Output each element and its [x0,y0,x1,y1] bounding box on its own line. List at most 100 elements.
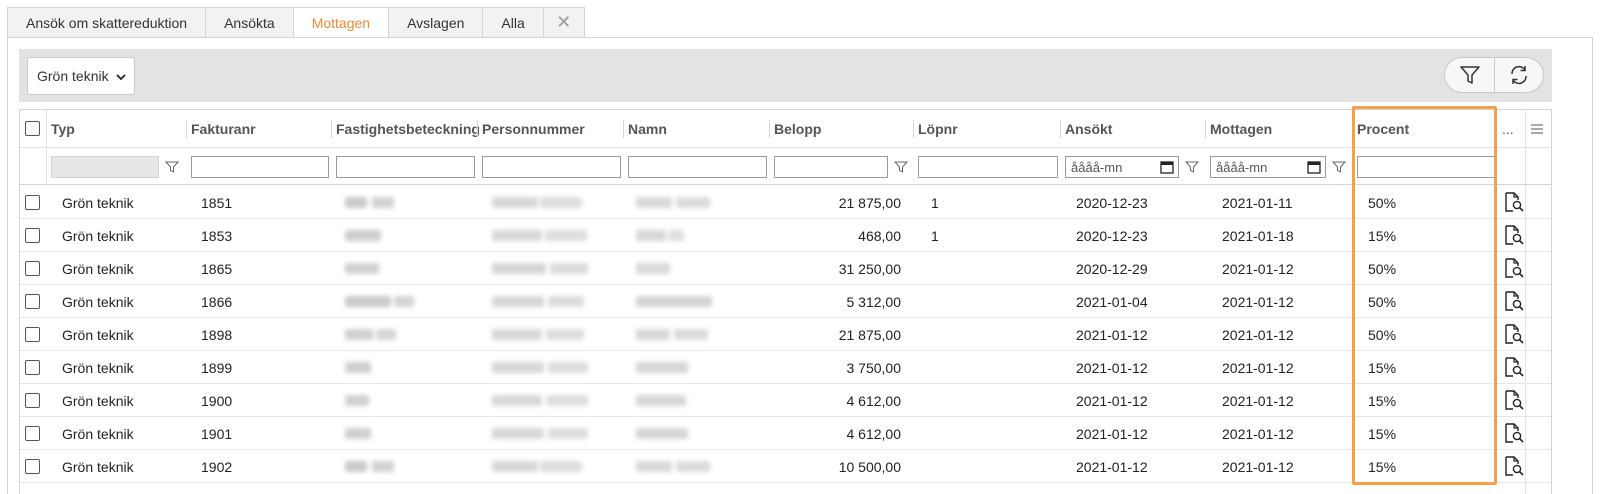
cell-belopp: 5 312,00 [846,293,902,310]
cell-belopp: 31 250,00 [838,260,901,277]
document-search-icon[interactable] [1503,389,1525,411]
funnel-icon[interactable] [1185,160,1199,174]
redacted-text [636,329,670,340]
funnel-icon[interactable] [165,160,179,174]
document-search-icon[interactable] [1503,356,1525,378]
mottagen-date-filter-input[interactable]: åååå-mn [1210,156,1326,178]
table-row[interactable]: Grön teknik 1901 4 612,00 2021-01-12 2021-01… [20,417,1551,450]
ansokt-date-filter-input[interactable]: åååå-mn [1065,156,1179,178]
cell-typ: Grön teknik [62,359,134,376]
column-header-procent[interactable]: Procent [1352,110,1497,148]
cell-lopnr [931,450,991,483]
column-header-mottagen[interactable]: Mottagen [1205,110,1352,148]
row-checkbox[interactable] [25,393,40,408]
cell-belopp: 10 500,00 [838,458,901,475]
redacted-text [636,362,688,373]
tab-mottagen[interactable]: Mottagen [292,7,389,38]
redacted-text [548,428,588,439]
redacted-text [345,461,367,472]
grid-filter-row: åååå-mn åååå-mn [20,148,1551,185]
row-checkbox[interactable] [25,261,40,276]
cell-typ: Grön teknik [62,227,134,244]
funnel-icon[interactable] [894,160,908,174]
redacted-text [345,263,379,274]
fastighetsbeteckning-filter-input[interactable] [336,156,475,178]
belopp-filter-input[interactable] [774,156,888,178]
row-checkbox[interactable] [25,360,40,375]
row-checkbox[interactable] [25,195,40,210]
cell-belopp: 21 875,00 [838,326,901,343]
document-search-icon[interactable] [1503,224,1525,246]
redacted-text [636,395,686,406]
table-row[interactable]: Grön teknik 1866 5 312,00 2021-01-04 2021-01… [20,285,1551,318]
column-header-typ[interactable]: Typ [46,110,186,148]
table-row[interactable]: Grön teknik 1853 468,00 1 2020-12-23 2021-01-… [20,219,1551,252]
row-checkbox[interactable] [25,327,40,342]
select-all-checkbox[interactable] [25,121,40,136]
column-header-namn[interactable]: Namn [623,110,769,148]
document-search-icon[interactable] [1503,290,1525,312]
column-header-belopp[interactable]: Belopp [769,110,913,148]
type-filter-value: Grön teknik [37,68,109,84]
column-header-more[interactable]: ... [1497,110,1527,148]
cell-ansokt: 2021-01-12 [1076,425,1148,442]
redacted-text [548,296,584,307]
column-header-ansokt[interactable]: Ansökt [1060,110,1205,148]
cell-ansokt: 2021-01-12 [1076,458,1148,475]
tab-alla[interactable]: Alla [482,7,543,38]
document-search-icon[interactable] [1503,422,1525,444]
procent-filter-input[interactable] [1357,156,1497,178]
tab-avslagen[interactable]: Avslagen [388,7,483,38]
cell-typ: Grön teknik [62,326,134,343]
fakturanr-filter-input[interactable] [191,156,329,178]
redacted-text [674,329,708,340]
table-row[interactable]: Grön teknik 1865 31 250,00 2020-12-29 2021-0… [20,252,1551,285]
cell-procent: 50% [1368,326,1397,343]
cell-lopnr [931,417,991,450]
namn-filter-input[interactable] [628,156,767,178]
table-row[interactable]: Grön teknik 1900 4 612,00 2021-01-12 2021-01… [20,384,1551,417]
redacted-text [492,428,544,439]
redacted-text [492,461,538,472]
document-search-icon[interactable] [1503,191,1525,213]
document-search-icon[interactable] [1503,257,1525,279]
column-header-fakturanr[interactable]: Fakturanr [186,110,331,148]
tab-ansok-om-skattereduktion[interactable]: Ansök om skattereduktion [7,7,206,38]
table-row[interactable]: Grön teknik 1898 21 875,00 2021-01-12 2021-0… [20,318,1551,351]
filter-button[interactable] [1445,58,1494,92]
document-search-icon[interactable] [1503,323,1525,345]
row-checkbox[interactable] [25,228,40,243]
table-row[interactable]: Grön teknik 1851 21 875,00 1 2020-12-23 2021-… [20,186,1551,219]
table-row[interactable]: Grön teknik 1899 3 750,00 2021-01-12 2021-01… [20,351,1551,384]
cell-procent: 15% [1368,392,1397,409]
cell-ansokt: 2020-12-23 [1076,227,1148,244]
document-search-icon[interactable] [1503,455,1525,477]
row-checkbox[interactable] [25,459,40,474]
column-header-personnummer[interactable]: Personnummer [477,110,623,148]
redacted-text [394,296,414,307]
cell-procent: 50% [1368,260,1397,277]
personnummer-filter-input[interactable] [482,156,621,178]
redacted-text [345,362,371,373]
calendar-icon[interactable] [1307,160,1321,174]
tab-close-icon[interactable]: ✕ [542,7,585,38]
calendar-icon[interactable] [1160,160,1174,174]
funnel-icon[interactable] [1332,160,1346,174]
row-checkbox[interactable] [25,294,40,309]
redacted-text [345,230,381,241]
refresh-button[interactable] [1494,58,1543,92]
tab-ansokta[interactable]: Ansökta [205,7,293,38]
cell-belopp: 3 750,00 [846,359,902,376]
cell-typ: Grön teknik [62,392,134,409]
redacted-text [345,197,367,208]
column-header-fastighetsbeteckning[interactable]: Fastighetsbeteckning [331,110,480,148]
redacted-text [636,263,670,274]
table-row[interactable]: Grön teknik 1902 10 500,00 2021-01-12 2021-0… [20,450,1551,483]
type-filter-select[interactable]: Grön teknik [27,57,135,95]
row-checkbox[interactable] [25,426,40,441]
funnel-icon [1459,66,1480,84]
lopnr-filter-input[interactable] [918,156,1058,178]
column-header-lopnr[interactable]: Löpnr [913,110,1060,148]
hamburger-menu-icon[interactable] [1530,122,1544,136]
cell-mottagen: 2021-01-12 [1222,425,1294,442]
